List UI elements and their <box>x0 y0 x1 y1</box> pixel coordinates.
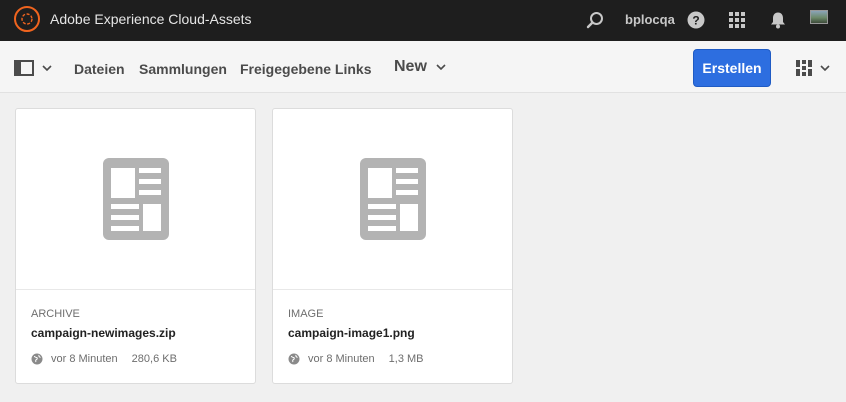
globe-icon <box>288 353 300 365</box>
asset-card[interactable]: ARCHIVE campaign-newimages.zip vor 8 Min… <box>15 108 256 384</box>
asset-size: 280,6 KB <box>131 353 177 365</box>
adobe-logo[interactable] <box>14 6 40 32</box>
apps-grid-icon[interactable] <box>727 10 747 30</box>
help-icon[interactable]: ? <box>686 10 706 30</box>
user-avatar[interactable] <box>810 10 828 24</box>
rail-toggle-button[interactable] <box>14 60 52 76</box>
asset-name[interactable]: campaign-newimages.zip <box>31 326 176 340</box>
asset-meta: vor 8 Minuten 280,6 KB <box>31 353 177 365</box>
document-placeholder-icon <box>102 158 169 240</box>
globe-icon <box>31 353 43 365</box>
nav-link-shared-links[interactable]: Freigegebene Links <box>240 61 371 77</box>
asset-size: 1,3 MB <box>388 353 424 365</box>
nav-link-files[interactable]: Dateien <box>74 61 125 77</box>
new-filter-dropdown[interactable]: New <box>394 58 446 76</box>
chevron-down-icon <box>820 65 830 71</box>
asset-type: ARCHIVE <box>31 308 80 320</box>
sidebar-panel-icon <box>14 60 34 76</box>
asset-thumbnail[interactable] <box>16 109 255 290</box>
new-filter-label: New <box>394 58 427 75</box>
search-icon[interactable] <box>585 10 605 30</box>
view-switcher[interactable] <box>796 60 830 76</box>
create-button[interactable]: Erstellen <box>693 49 771 87</box>
chevron-down-icon <box>42 65 52 71</box>
document-placeholder-icon <box>359 158 426 240</box>
adobe-logo-icon <box>21 13 33 25</box>
action-bar: Dateien Sammlungen Freigegebene Links Ne… <box>0 41 846 93</box>
asset-modified: vor 8 Minuten <box>51 353 118 365</box>
asset-meta: vor 8 Minuten 1,3 MB <box>288 353 424 365</box>
nav-link-collections[interactable]: Sammlungen <box>139 61 227 77</box>
asset-name[interactable]: campaign-image1.png <box>288 326 415 340</box>
asset-modified: vor 8 Minuten <box>308 353 375 365</box>
user-name[interactable]: bplocqa <box>625 12 675 27</box>
app-title[interactable]: Adobe Experience Cloud-Assets <box>50 11 252 27</box>
asset-type: IMAGE <box>288 308 324 320</box>
notifications-bell-icon[interactable] <box>768 10 788 30</box>
top-header: Adobe Experience Cloud-Assets bplocqa ? <box>0 0 846 41</box>
card-view-icon <box>796 60 812 76</box>
svg-text:?: ? <box>692 14 699 28</box>
chevron-down-icon <box>436 64 446 70</box>
asset-thumbnail[interactable] <box>273 109 512 290</box>
asset-card[interactable]: IMAGE campaign-image1.png vor 8 Minuten … <box>272 108 513 384</box>
